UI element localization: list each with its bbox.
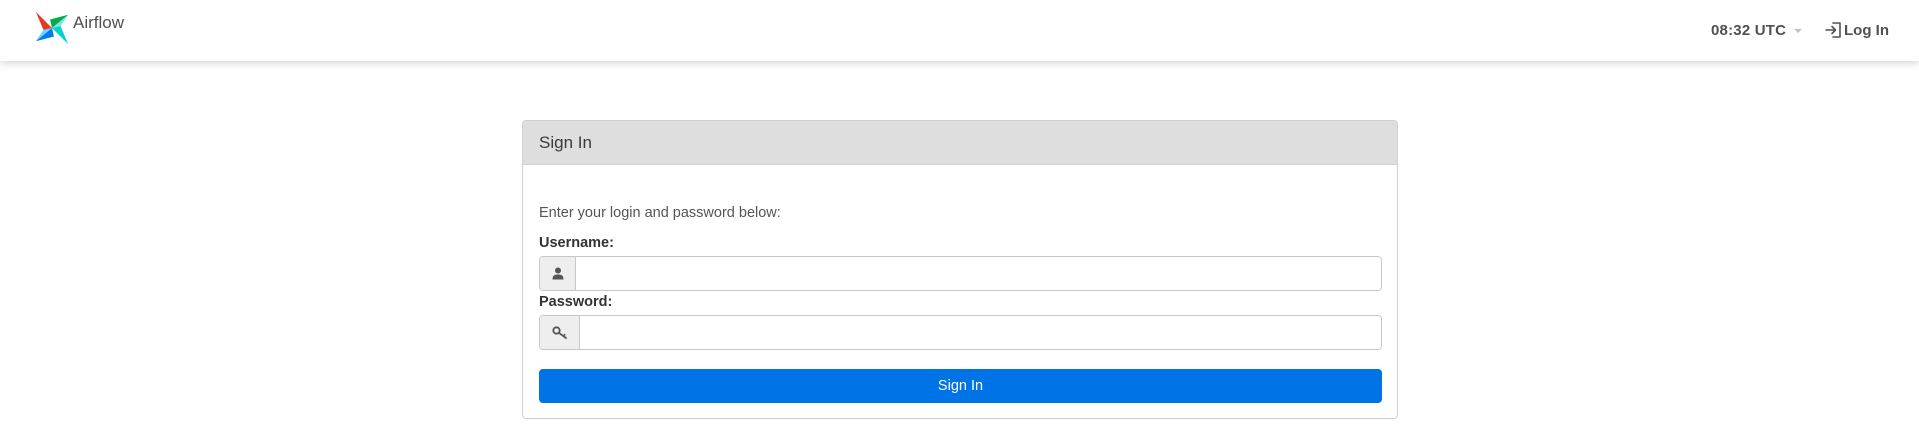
- clock-time: 08:32 UTC: [1711, 21, 1787, 39]
- login-prompt: Enter your login and password below:: [539, 205, 781, 221]
- key-icon: [540, 316, 580, 349]
- caret-down-icon: [1794, 29, 1803, 33]
- top-navbar: Airflow 08:32 UTC Log In: [0, 0, 1919, 61]
- login-arrow-icon: [1824, 20, 1844, 40]
- username-label: Username:: [539, 235, 614, 251]
- panel-heading: Sign In: [523, 121, 1397, 165]
- username-input-group: [539, 256, 1382, 291]
- password-input[interactable]: [580, 316, 1381, 349]
- brand-name: Airflow: [73, 13, 125, 32]
- user-icon: [540, 257, 576, 290]
- panel-title: Sign In: [539, 132, 592, 152]
- login-label: Log In: [1844, 21, 1889, 39]
- brand-link[interactable]: Airflow: [33, 8, 124, 48]
- password-label: Password:: [539, 294, 613, 310]
- login-link[interactable]: Log In: [1824, 19, 1889, 41]
- password-input-group: [539, 315, 1382, 350]
- username-input[interactable]: [576, 257, 1381, 290]
- sign-in-button[interactable]: Sign In: [539, 369, 1382, 403]
- sign-in-panel: Sign In Enter your login and password be…: [522, 120, 1398, 419]
- clock-dropdown[interactable]: 08:32 UTC: [1711, 20, 1803, 40]
- airflow-pinwheel-icon: [33, 9, 71, 47]
